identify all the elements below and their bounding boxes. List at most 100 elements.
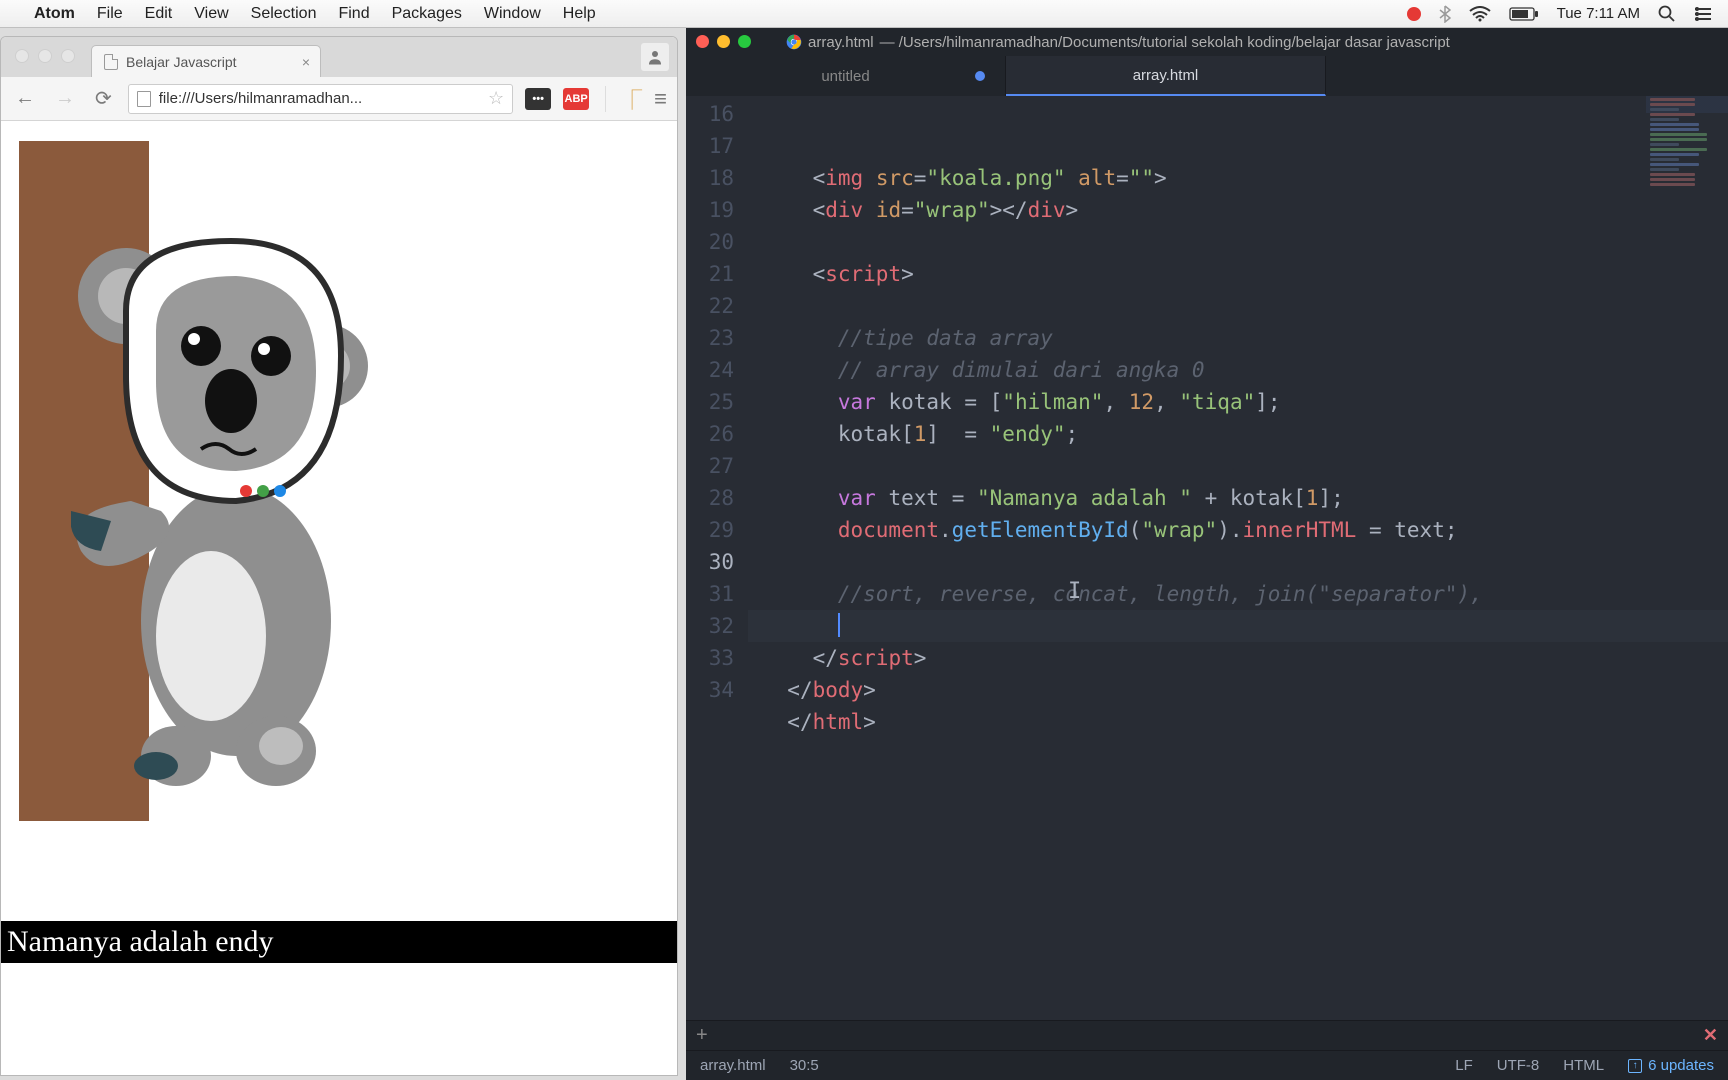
battery-icon[interactable] <box>1509 7 1539 21</box>
chrome-close-icon[interactable] <box>15 49 29 63</box>
menu-window[interactable]: Window <box>484 5 541 23</box>
notification-center-icon[interactable] <box>1694 7 1712 21</box>
atom-editor[interactable]: 16171819202122232425262728293031323334 <… <box>686 96 1728 1020</box>
line-number: 30 <box>686 546 734 578</box>
atom-traffic-lights[interactable] <box>696 35 751 48</box>
code-line[interactable]: var kotak = ["hilman", 12, "tiqa"]; <box>748 386 1728 418</box>
line-number: 29 <box>686 514 734 546</box>
line-number: 24 <box>686 354 734 386</box>
address-text: file:///Users/hilmanramadhan... <box>159 90 362 107</box>
editor-gutter: 16171819202122232425262728293031323334 <box>686 96 748 1020</box>
forward-button[interactable]: → <box>51 87 79 110</box>
editor-code[interactable]: <img src="koala.png" alt=""> <div id="wr… <box>748 96 1728 1020</box>
app-name[interactable]: Atom <box>34 5 75 23</box>
page-output-text: Namanya adalah endy <box>1 921 677 963</box>
atom-tab-untitled[interactable]: untitled <box>686 56 1006 96</box>
code-line[interactable]: kotak[1] = "endy"; <box>748 418 1728 450</box>
code-line[interactable]: <div id="wrap"></div> <box>748 194 1728 226</box>
atom-window: array.html — /Users/hilmanramadhan/Docum… <box>686 28 1728 1080</box>
menu-file[interactable]: File <box>97 5 123 23</box>
spotlight-icon[interactable] <box>1658 5 1676 23</box>
line-number: 20 <box>686 226 734 258</box>
code-line[interactable]: </script> <box>748 642 1728 674</box>
menubar-clock[interactable]: Tue 7:11 AM <box>1557 5 1640 22</box>
atom-tab-label: array.html <box>1133 67 1199 84</box>
status-updates[interactable]: 6 updates <box>1628 1057 1714 1074</box>
chrome-tab[interactable]: Belajar Javascript × <box>91 45 321 77</box>
chrome-zoom-icon[interactable] <box>61 49 75 63</box>
text-cursor-icon: I <box>1068 576 1081 608</box>
code-line[interactable] <box>748 546 1728 578</box>
line-number: 22 <box>686 290 734 322</box>
wifi-icon[interactable] <box>1469 6 1491 22</box>
extension-badge[interactable]: ••• <box>525 88 551 110</box>
line-number: 18 <box>686 162 734 194</box>
menu-find[interactable]: Find <box>338 5 369 23</box>
code-line[interactable]: var text = "Namanya adalah " + kotak[1]; <box>748 482 1728 514</box>
code-line[interactable]: document.getElementById("wrap").innerHTM… <box>748 514 1728 546</box>
atom-close-icon[interactable] <box>696 35 709 48</box>
chrome-window: Belajar Javascript × ← → ⟳ file:///Users… <box>0 36 678 1076</box>
line-number: 34 <box>686 674 734 706</box>
chrome-app-icon <box>786 34 802 50</box>
bookmark-star-icon[interactable]: ☆ <box>488 88 504 109</box>
line-number: 33 <box>686 642 734 674</box>
line-number: 23 <box>686 322 734 354</box>
chrome-toolbar: ← → ⟳ file:///Users/hilmanramadhan... ☆ … <box>1 77 677 121</box>
status-cursor[interactable]: 30:5 <box>790 1057 819 1074</box>
chrome-minimize-icon[interactable] <box>38 49 52 63</box>
atom-title-file: array.html <box>808 34 874 51</box>
chrome-menu-icon[interactable]: ≡ <box>654 86 667 112</box>
atom-minimize-icon[interactable] <box>717 35 730 48</box>
address-bar[interactable]: file:///Users/hilmanramadhan... ☆ <box>128 84 513 114</box>
code-line[interactable]: <script> <box>748 258 1728 290</box>
atom-title-path: — /Users/hilmanramadhan/Documents/tutori… <box>880 34 1450 51</box>
code-line[interactable]: //tipe data array <box>748 322 1728 354</box>
chrome-tab-title: Belajar Javascript <box>126 54 237 70</box>
macos-menubar: Atom File Edit View Selection Find Packa… <box>0 0 1728 28</box>
adblock-extension-icon[interactable]: ABP <box>563 88 589 110</box>
line-number: 25 <box>686 386 734 418</box>
line-number: 16 <box>686 98 734 130</box>
menu-view[interactable]: View <box>194 5 228 23</box>
code-line[interactable] <box>748 226 1728 258</box>
devtools-icon[interactable]: ⎾ <box>622 84 642 113</box>
reload-button[interactable]: ⟳ <box>91 86 116 111</box>
code-line[interactable] <box>748 450 1728 482</box>
tab-close-icon[interactable]: × <box>302 54 310 70</box>
code-line[interactable] <box>748 610 1728 642</box>
code-line[interactable]: // array dimulai dari angka 0 <box>748 354 1728 386</box>
back-button[interactable]: ← <box>11 87 39 110</box>
screen-record-icon[interactable] <box>1407 7 1421 21</box>
line-number: 31 <box>686 578 734 610</box>
menu-edit[interactable]: Edit <box>145 5 173 23</box>
chrome-profile-button[interactable] <box>641 43 669 71</box>
code-line[interactable]: //sort, reverse, concat, length, join("s… <box>748 578 1728 610</box>
atom-zoom-icon[interactable] <box>738 35 751 48</box>
atom-titlebar: array.html — /Users/hilmanramadhan/Docum… <box>686 28 1728 56</box>
code-line[interactable]: </html> <box>748 706 1728 738</box>
code-line[interactable]: </body> <box>748 674 1728 706</box>
code-line[interactable] <box>748 738 1728 770</box>
atom-tab-array[interactable]: array.html <box>1006 56 1326 96</box>
menu-packages[interactable]: Packages <box>392 5 462 23</box>
chrome-traffic-lights[interactable] <box>15 49 75 63</box>
status-encoding[interactable]: UTF-8 <box>1497 1057 1540 1074</box>
close-panel-button[interactable]: ✕ <box>1703 1025 1718 1046</box>
atom-tab-label: untitled <box>821 68 869 85</box>
line-number: 27 <box>686 450 734 482</box>
line-number: 28 <box>686 482 734 514</box>
add-tab-button[interactable]: + <box>696 1024 708 1047</box>
code-line[interactable] <box>748 290 1728 322</box>
menu-help[interactable]: Help <box>563 5 596 23</box>
minimap[interactable] <box>1646 96 1728 306</box>
status-file[interactable]: array.html <box>700 1057 766 1074</box>
code-line[interactable]: <img src="koala.png" alt=""> <box>748 162 1728 194</box>
bluetooth-icon[interactable] <box>1439 5 1451 23</box>
menu-selection[interactable]: Selection <box>251 5 317 23</box>
atom-tabs: untitled array.html <box>686 56 1728 96</box>
package-update-icon <box>1628 1059 1642 1073</box>
status-grammar[interactable]: HTML <box>1563 1057 1604 1074</box>
file-icon <box>137 91 151 107</box>
status-eol[interactable]: LF <box>1455 1057 1473 1074</box>
